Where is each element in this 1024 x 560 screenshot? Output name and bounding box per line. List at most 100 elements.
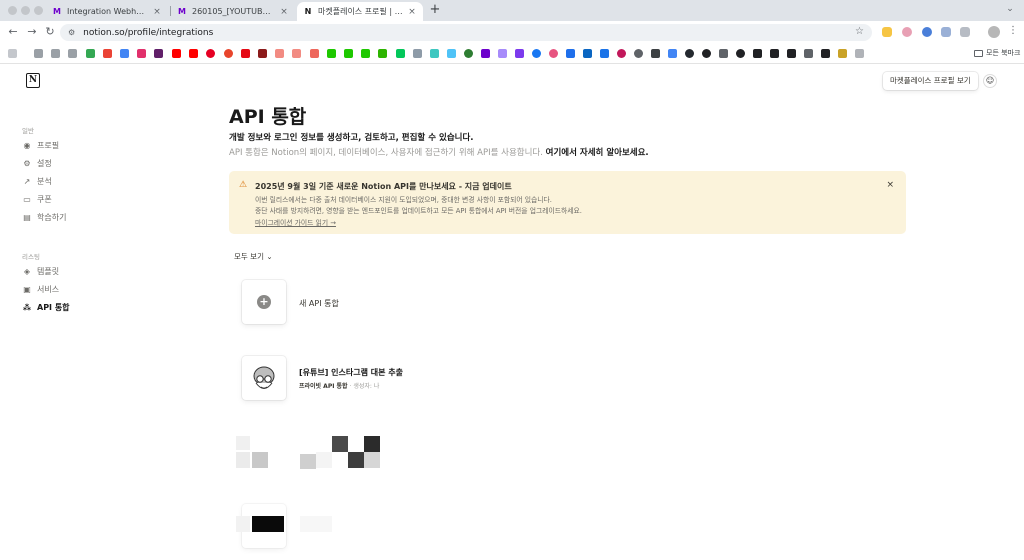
bookmark-icon[interactable] bbox=[770, 49, 779, 58]
close-tab-icon[interactable]: × bbox=[279, 7, 289, 17]
sidebar-item-learn[interactable]: ▤ 학습하기 bbox=[22, 210, 66, 224]
bookmark-icon[interactable] bbox=[668, 49, 677, 58]
bookmark-icon[interactable] bbox=[787, 49, 796, 58]
migration-guide-link[interactable]: 마이그레이션 가이드 읽기 → bbox=[255, 217, 336, 227]
view-all-filter[interactable]: 모두 보기 ⌄ bbox=[234, 251, 273, 262]
all-bookmarks-folder[interactable]: 모든 북마크 bbox=[974, 48, 1020, 58]
bookmark-folder-icon[interactable] bbox=[51, 49, 60, 58]
close-callout-button[interactable]: × bbox=[886, 180, 894, 190]
bookmark-icon[interactable] bbox=[617, 49, 626, 58]
bookmark-icon[interactable] bbox=[327, 49, 336, 58]
make-bookmark-icon[interactable] bbox=[481, 49, 490, 58]
extension-icon[interactable] bbox=[922, 27, 932, 37]
close-tab-icon[interactable]: × bbox=[407, 7, 417, 17]
forward-arrow-icon[interactable]: → bbox=[26, 26, 38, 38]
gmail-bookmark-icon[interactable] bbox=[103, 49, 112, 58]
zoom-window-button[interactable] bbox=[34, 6, 43, 15]
tab-make-youtube[interactable]: M 260105_[YOUTUBE] 웹툭 편 × bbox=[171, 2, 295, 21]
openai-bookmark-icon[interactable] bbox=[702, 49, 711, 58]
x-bookmark-icon[interactable] bbox=[821, 49, 830, 58]
netflix-bookmark-icon[interactable] bbox=[241, 49, 250, 58]
bookmark-icon[interactable] bbox=[275, 49, 284, 58]
bookmark-icon[interactable] bbox=[120, 49, 129, 58]
slack-bookmark-icon[interactable] bbox=[154, 49, 163, 58]
sidebar-item-analytics[interactable]: ↗ 분석 bbox=[22, 174, 52, 188]
tab-search-icon[interactable]: ⌄ bbox=[1004, 4, 1016, 16]
apps-grid-icon[interactable] bbox=[8, 49, 17, 58]
bookmark-icon[interactable] bbox=[378, 49, 387, 58]
site-info-icon[interactable]: ⚙ bbox=[68, 28, 75, 37]
linkedin-bookmark-icon[interactable] bbox=[583, 49, 592, 58]
sidebar-item-coupons[interactable]: ▭ 쿠폰 bbox=[22, 192, 52, 206]
drive-bookmark-icon[interactable] bbox=[86, 49, 95, 58]
new-integration-button[interactable]: + bbox=[242, 280, 286, 324]
bookmark-icon[interactable] bbox=[549, 49, 558, 58]
bookmark-icon[interactable] bbox=[651, 49, 660, 58]
bookmark-icon[interactable] bbox=[855, 49, 864, 58]
description-text: API 통합은 Notion의 페이지, 데이터베이스, 사용자에 접근하기 위… bbox=[229, 148, 543, 158]
instagram-bookmark-icon[interactable] bbox=[137, 49, 146, 58]
learn-more-link[interactable]: 여기에서 자세히 알아보세요. bbox=[546, 148, 649, 158]
chrome-profile-avatar[interactable] bbox=[988, 26, 1000, 38]
tab-make-webhooks[interactable]: M Integration Webhooks | Make × bbox=[46, 2, 168, 21]
github-bookmark-icon[interactable] bbox=[685, 49, 694, 58]
naver-bookmark-icon[interactable] bbox=[344, 49, 353, 58]
integration-avatar[interactable] bbox=[242, 356, 286, 400]
bookmark-folder-icon[interactable] bbox=[68, 49, 77, 58]
url-text: notion.so/profile/integrations bbox=[83, 27, 214, 38]
bookmark-icon[interactable] bbox=[258, 49, 267, 58]
bookmark-icon[interactable] bbox=[224, 49, 233, 58]
sidebar-item-label: 템플릿 bbox=[37, 266, 60, 276]
close-tab-icon[interactable]: × bbox=[152, 7, 162, 17]
bookmark-folder-icon[interactable] bbox=[34, 49, 43, 58]
sidebar-item-settings[interactable]: ⚙ 설정 bbox=[22, 156, 51, 170]
sidebar-item-templates[interactable]: ◈ 템플릿 bbox=[22, 264, 59, 278]
gear-icon: ⚙ bbox=[23, 158, 31, 168]
sidebar-item-services[interactable]: ▣ 서비스 bbox=[22, 282, 59, 296]
bookmark-icon[interactable] bbox=[447, 49, 456, 58]
bookmark-icon[interactable] bbox=[600, 49, 609, 58]
bookmark-icon[interactable] bbox=[736, 49, 745, 58]
make-logo-icon: M bbox=[53, 7, 61, 16]
cartoon-face-icon bbox=[253, 366, 275, 389]
extension-icon[interactable] bbox=[882, 27, 892, 37]
youtube-bookmark-icon[interactable] bbox=[172, 49, 181, 58]
user-avatar[interactable]: ☺ bbox=[983, 74, 997, 88]
bookmark-icon[interactable] bbox=[498, 49, 507, 58]
bookmark-icon[interactable] bbox=[838, 49, 847, 58]
extension-icon[interactable] bbox=[902, 27, 912, 37]
notion-logo-icon[interactable]: N bbox=[26, 73, 40, 88]
tab-notion-marketplace[interactable]: N 마켓플레이스 프로필 | Notion × bbox=[297, 2, 423, 21]
bookmark-icon[interactable] bbox=[634, 49, 643, 58]
bookmark-icon[interactable] bbox=[515, 49, 524, 58]
pinterest-bookmark-icon[interactable] bbox=[206, 49, 215, 58]
bookmark-icon[interactable] bbox=[719, 49, 728, 58]
bookmark-icon[interactable] bbox=[430, 49, 439, 58]
back-arrow-icon[interactable]: ← bbox=[7, 26, 19, 38]
bookmark-icon[interactable] bbox=[804, 49, 813, 58]
bookmark-star-icon[interactable]: ☆ bbox=[855, 26, 864, 37]
bookmark-icon[interactable] bbox=[413, 49, 422, 58]
bookmark-icon[interactable] bbox=[292, 49, 301, 58]
reload-icon[interactable]: ↻ bbox=[44, 26, 56, 38]
view-marketplace-profile-button[interactable]: 마켓플레이스 프로필 보기 bbox=[883, 72, 978, 90]
new-integration-label[interactable]: 새 API 통합 bbox=[299, 298, 339, 309]
sidebar-item-profile[interactable]: ◉ 프로필 bbox=[22, 138, 60, 152]
close-window-button[interactable] bbox=[8, 6, 17, 15]
sidebar-item-api-integrations[interactable]: ⁂ API 통합 bbox=[22, 300, 70, 314]
extension-icon[interactable] bbox=[941, 27, 951, 37]
facebook-bookmark-icon[interactable] bbox=[532, 49, 541, 58]
extensions-puzzle-icon[interactable] bbox=[960, 27, 970, 37]
integration-title[interactable]: [유튜브] 인스타그램 대본 추출 bbox=[299, 367, 403, 378]
bookmark-icon[interactable] bbox=[361, 49, 370, 58]
bookmark-icon[interactable] bbox=[753, 49, 762, 58]
bookmark-icon[interactable] bbox=[310, 49, 319, 58]
minimize-window-button[interactable] bbox=[21, 6, 30, 15]
more-menu-icon[interactable]: ⋮ bbox=[1008, 25, 1018, 36]
address-bar[interactable]: ⚙ notion.so/profile/integrations ☆ bbox=[60, 24, 872, 41]
new-tab-button[interactable]: + bbox=[428, 3, 442, 17]
bookmark-icon[interactable] bbox=[566, 49, 575, 58]
bookmark-icon[interactable] bbox=[464, 49, 473, 58]
youtube-bookmark-icon[interactable] bbox=[189, 49, 198, 58]
bookmark-icon[interactable] bbox=[396, 49, 405, 58]
